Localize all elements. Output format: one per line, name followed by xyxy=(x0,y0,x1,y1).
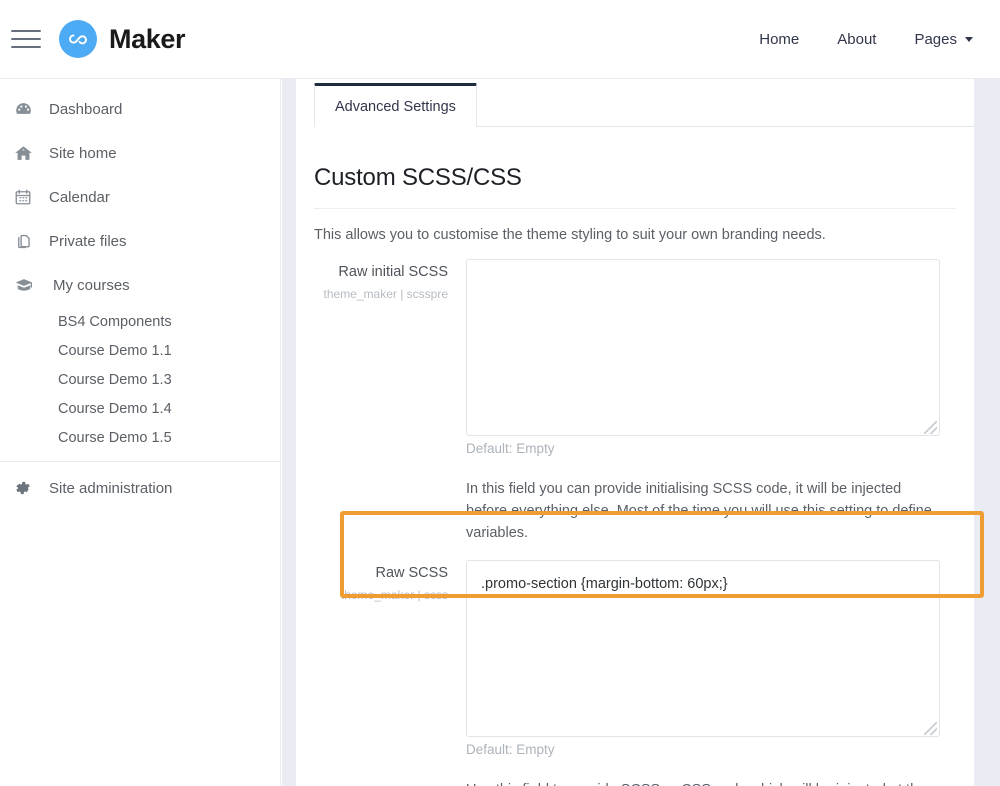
nav-item-pages[interactable]: Pages xyxy=(895,23,992,56)
sidebar-course-label: BS4 Components xyxy=(58,313,172,330)
raw-initial-scss-textarea[interactable] xyxy=(466,259,940,436)
field-label: Raw initial SCSS xyxy=(338,264,448,280)
nav-item-about[interactable]: About xyxy=(818,23,895,56)
sidebar: Dashboard Site home Calendar Private fil… xyxy=(0,79,281,786)
chevron-down-icon xyxy=(965,36,973,42)
brand[interactable]: Maker xyxy=(59,20,185,58)
raw-scss-textarea[interactable]: .promo-section {margin-bottom: 60px;} xyxy=(466,560,940,737)
sidebar-item-label: Dashboard xyxy=(49,100,123,118)
field-meta: theme_maker | scsspre xyxy=(323,287,449,301)
sidebar-course-item[interactable]: Course Demo 1.1 xyxy=(0,336,280,365)
field-help-text: In this field you can provide initialisi… xyxy=(466,481,932,541)
field-label-group: Raw SCSS theme_maker | scss xyxy=(314,560,466,786)
sidebar-item-calendar[interactable]: Calendar xyxy=(0,175,280,219)
sidebar-item-label: Calendar xyxy=(49,188,110,206)
sidebar-divider xyxy=(0,461,280,462)
nav-item-home[interactable]: Home xyxy=(740,23,818,56)
sidebar-item-private-files[interactable]: Private files xyxy=(0,219,280,263)
sidebar-course-item[interactable]: BS4 Components xyxy=(0,307,280,336)
nav-item-pages-label: Pages xyxy=(914,30,957,48)
sidebar-course-item[interactable]: Course Demo 1.4 xyxy=(0,394,280,423)
sidebar-item-site-administration[interactable]: Site administration xyxy=(0,466,280,510)
resize-handle-icon[interactable] xyxy=(924,722,937,735)
default-note: Default: Empty xyxy=(466,441,555,456)
sidebar-course-item[interactable]: Course Demo 1.3 xyxy=(0,365,280,394)
page-root: Maker Home About Pages Dashboard Site ho… xyxy=(0,0,1000,786)
field-body: Default: Empty In this field you can pro… xyxy=(466,259,974,544)
gear-icon xyxy=(14,477,40,499)
files-icon xyxy=(14,230,40,252)
resize-handle-icon[interactable] xyxy=(924,421,937,434)
graduation-cap-icon xyxy=(14,274,40,296)
sidebar-item-label: Private files xyxy=(49,232,127,250)
home-icon xyxy=(14,142,40,164)
tab-bar: Advanced Settings xyxy=(314,79,974,127)
primary-nav: Home About Pages xyxy=(740,23,992,56)
hamburger-menu-icon[interactable] xyxy=(11,23,43,55)
right-page-background xyxy=(974,79,1000,786)
default-note: Default: Empty xyxy=(466,742,555,757)
sidebar-item-label: My courses xyxy=(53,276,130,294)
layout-gutter xyxy=(282,79,296,786)
sidebar-item-my-courses[interactable]: My courses xyxy=(0,263,280,307)
title-divider xyxy=(314,208,956,209)
brand-name: Maker xyxy=(109,23,186,54)
sidebar-course-label: Course Demo 1.1 xyxy=(58,342,172,359)
field-raw-initial-scss: Raw initial SCSS theme_maker | scsspre D… xyxy=(296,259,974,544)
dashboard-gauge-icon xyxy=(14,98,40,120)
field-label-group: Raw initial SCSS theme_maker | scsspre xyxy=(314,259,466,544)
sidebar-item-label: Site administration xyxy=(49,479,173,497)
sidebar-course-item[interactable]: Course Demo 1.5 xyxy=(0,423,280,452)
sidebar-course-label: Course Demo 1.5 xyxy=(58,429,172,446)
calendar-icon xyxy=(14,186,40,208)
page-title: Custom SCSS/CSS xyxy=(314,164,522,191)
field-raw-scss: Raw SCSS theme_maker | scss .promo-secti… xyxy=(296,560,974,786)
field-label: Raw SCSS xyxy=(375,565,448,581)
field-help-text: Use this field to provide SCSS or CSS co… xyxy=(466,779,942,786)
section-intro-text: This allows you to customise the theme s… xyxy=(314,227,826,243)
sidebar-item-dashboard[interactable]: Dashboard xyxy=(0,87,280,131)
sidebar-item-site-home[interactable]: Site home xyxy=(0,131,280,175)
sidebar-course-label: Course Demo 1.3 xyxy=(58,371,172,388)
field-meta: theme_maker | scss xyxy=(340,588,448,602)
sidebar-item-label: Site home xyxy=(49,144,117,162)
sidebar-course-label: Course Demo 1.4 xyxy=(58,400,172,417)
tab-advanced-settings[interactable]: Advanced Settings xyxy=(314,83,477,127)
field-body: .promo-section {margin-bottom: 60px;} De… xyxy=(466,560,974,786)
infinity-logo-icon xyxy=(59,20,97,58)
site-header: Maker Home About Pages xyxy=(0,0,1000,79)
main-content: Advanced Settings Custom SCSS/CSS This a… xyxy=(296,79,974,786)
